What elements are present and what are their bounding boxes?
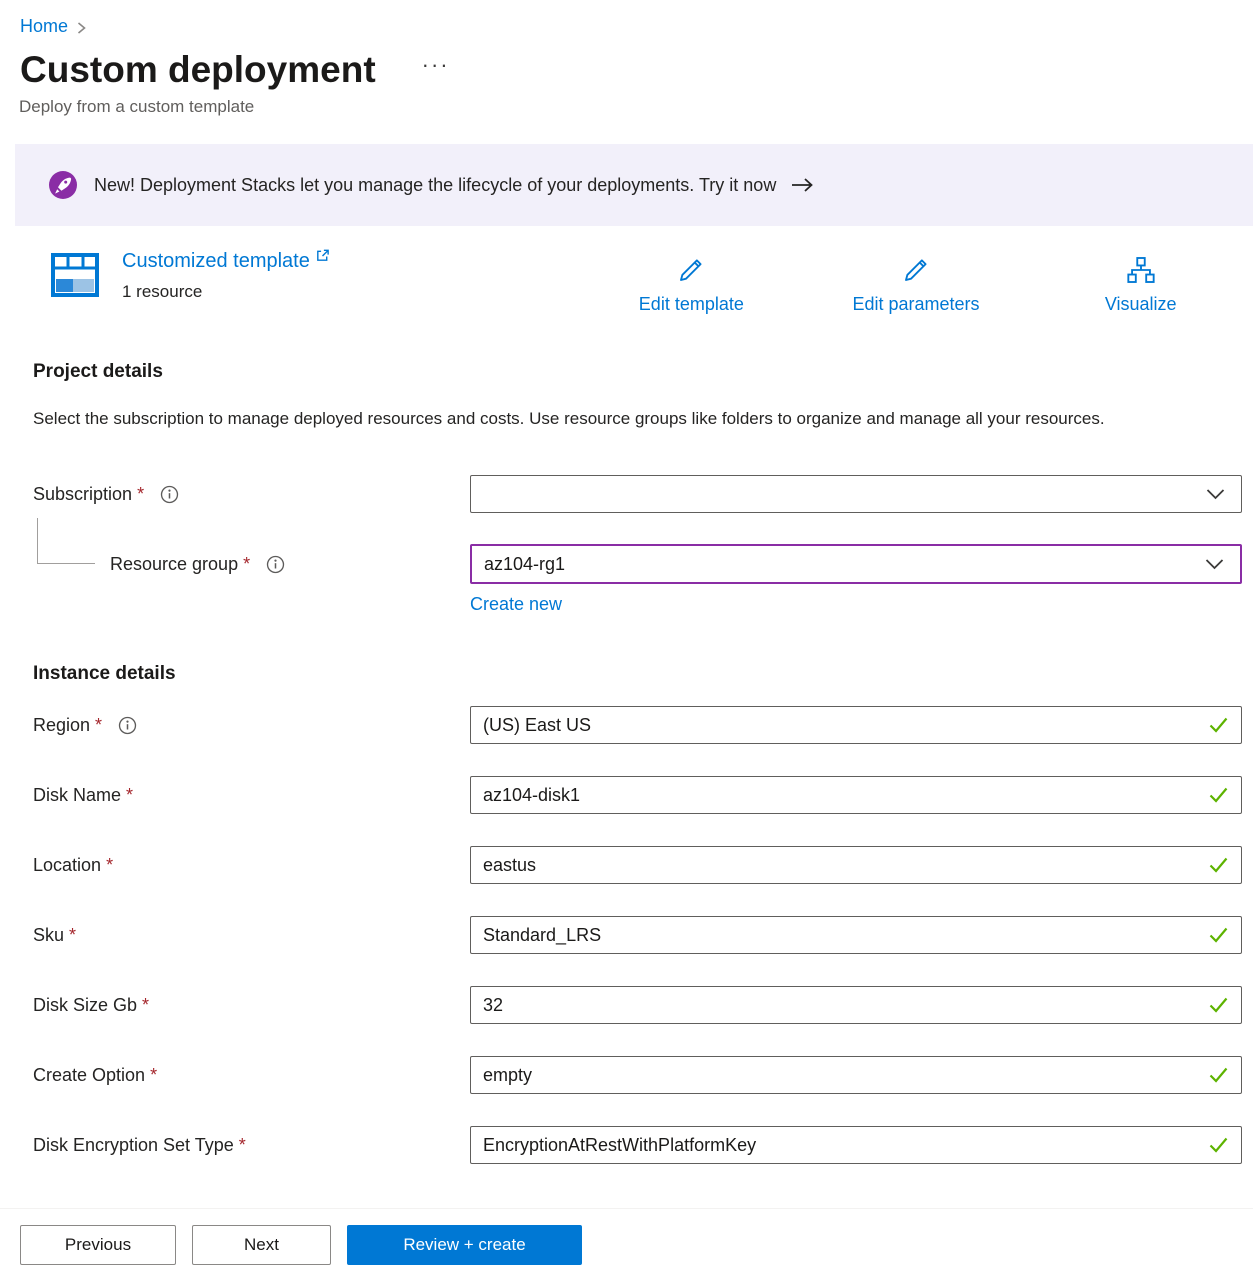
field-row-create-option: Create Option * xyxy=(0,1055,1253,1095)
edit-parameters-button[interactable]: Edit parameters xyxy=(804,254,1029,315)
pencil-icon xyxy=(900,254,932,286)
field-row-disk-size-gb: Disk Size Gb * xyxy=(0,985,1253,1025)
banner-message: New! Deployment Stacks let you manage th… xyxy=(94,175,776,196)
template-bar: Customized template 1 resource Edit temp… xyxy=(0,250,1253,315)
arrow-right-icon[interactable] xyxy=(790,176,814,194)
project-details-description: Select the subscription to manage deploy… xyxy=(33,403,1183,434)
chevron-right-icon xyxy=(76,21,87,35)
required-asterisk: * xyxy=(150,1065,157,1086)
subscription-row: Subscription * xyxy=(0,474,1253,514)
custom-deployment-page: Home Custom deployment ··· Deploy from a… xyxy=(0,0,1253,1280)
chevron-down-icon xyxy=(1206,488,1225,501)
info-icon[interactable] xyxy=(266,555,285,574)
field-row-region: Region * xyxy=(0,705,1253,745)
resource-count: 1 resource xyxy=(122,282,330,302)
required-asterisk: * xyxy=(69,925,76,946)
subscription-label: Subscription xyxy=(33,484,132,505)
org-chart-icon xyxy=(1125,254,1157,286)
required-asterisk: * xyxy=(243,554,250,575)
sku-input[interactable] xyxy=(470,916,1242,954)
check-icon xyxy=(1208,926,1229,944)
field-row-location: Location * xyxy=(0,845,1253,885)
connector-line xyxy=(37,518,95,564)
resource-group-value: az104-rg1 xyxy=(484,554,565,575)
disk-size-gb-label: Disk Size Gb xyxy=(33,995,137,1016)
create-option-input[interactable] xyxy=(470,1056,1242,1094)
required-asterisk: * xyxy=(106,855,113,876)
create-new-wrap: Create new xyxy=(470,594,1253,615)
title-row: Custom deployment ··· xyxy=(0,49,1253,91)
resource-group-row: Resource group * az104-rg1 xyxy=(0,544,1253,584)
resource-group-label: Resource group xyxy=(110,554,238,575)
edit-parameters-label: Edit parameters xyxy=(852,294,979,315)
pencil-icon xyxy=(675,254,707,286)
disk-size-gb-input[interactable] xyxy=(470,986,1242,1024)
breadcrumb: Home xyxy=(0,0,1253,37)
region-input[interactable] xyxy=(470,706,1242,744)
project-details-heading: Project details xyxy=(33,361,1253,383)
visualize-button[interactable]: Visualize xyxy=(1028,254,1253,315)
template-actions: Edit template Edit parameters Visualize xyxy=(579,250,1253,315)
next-button[interactable]: Next xyxy=(192,1225,331,1265)
disk-name-label: Disk Name xyxy=(33,785,121,806)
field-row-sku: Sku * xyxy=(0,915,1253,955)
review-create-button[interactable]: Review + create xyxy=(347,1225,582,1265)
region-label: Region xyxy=(33,715,90,736)
field-row-disk-encryption-set-type: Disk Encryption Set Type * xyxy=(0,1125,1253,1165)
chevron-down-icon xyxy=(1205,558,1224,571)
edit-template-button[interactable]: Edit template xyxy=(579,254,804,315)
instance-details-heading: Instance details xyxy=(33,663,1253,685)
required-asterisk: * xyxy=(95,715,102,736)
location-label: Location xyxy=(33,855,101,876)
edit-template-label: Edit template xyxy=(639,294,744,315)
required-asterisk: * xyxy=(137,484,144,505)
check-icon xyxy=(1208,996,1229,1014)
location-input[interactable] xyxy=(470,846,1242,884)
check-icon xyxy=(1208,716,1229,734)
subscription-dropdown[interactable] xyxy=(470,475,1242,513)
breadcrumb-home-link[interactable]: Home xyxy=(20,16,68,37)
customized-template-link[interactable]: Customized template xyxy=(122,250,330,273)
required-asterisk: * xyxy=(239,1135,246,1156)
external-link-icon xyxy=(315,248,330,263)
check-icon xyxy=(1208,786,1229,804)
create-option-label: Create Option xyxy=(33,1065,145,1086)
create-new-link[interactable]: Create new xyxy=(470,594,562,614)
template-icon xyxy=(50,252,100,298)
disk-encryption-set-type-input[interactable] xyxy=(470,1126,1242,1164)
deployment-stacks-banner[interactable]: New! Deployment Stacks let you manage th… xyxy=(15,144,1253,226)
page-title: Custom deployment xyxy=(20,49,376,91)
more-options-button[interactable]: ··· xyxy=(422,52,450,78)
check-icon xyxy=(1208,856,1229,874)
check-icon xyxy=(1208,1136,1229,1154)
disk-encryption-set-type-label: Disk Encryption Set Type xyxy=(33,1135,234,1156)
required-asterisk: * xyxy=(142,995,149,1016)
info-icon[interactable] xyxy=(160,485,179,504)
sku-label: Sku xyxy=(33,925,64,946)
visualize-label: Visualize xyxy=(1105,294,1177,315)
field-row-disk-name: Disk Name * xyxy=(0,775,1253,815)
check-icon xyxy=(1208,1066,1229,1084)
disk-name-input[interactable] xyxy=(470,776,1242,814)
template-info: Customized template 1 resource xyxy=(122,250,330,302)
footer-bar: Previous Next Review + create xyxy=(0,1208,1253,1280)
rocket-icon xyxy=(48,170,78,200)
info-icon[interactable] xyxy=(118,716,137,735)
resource-group-dropdown[interactable]: az104-rg1 xyxy=(470,544,1242,584)
previous-button[interactable]: Previous xyxy=(20,1225,176,1265)
page-subtitle: Deploy from a custom template xyxy=(0,97,1253,117)
required-asterisk: * xyxy=(126,785,133,806)
customized-template-label: Customized template xyxy=(122,250,310,273)
